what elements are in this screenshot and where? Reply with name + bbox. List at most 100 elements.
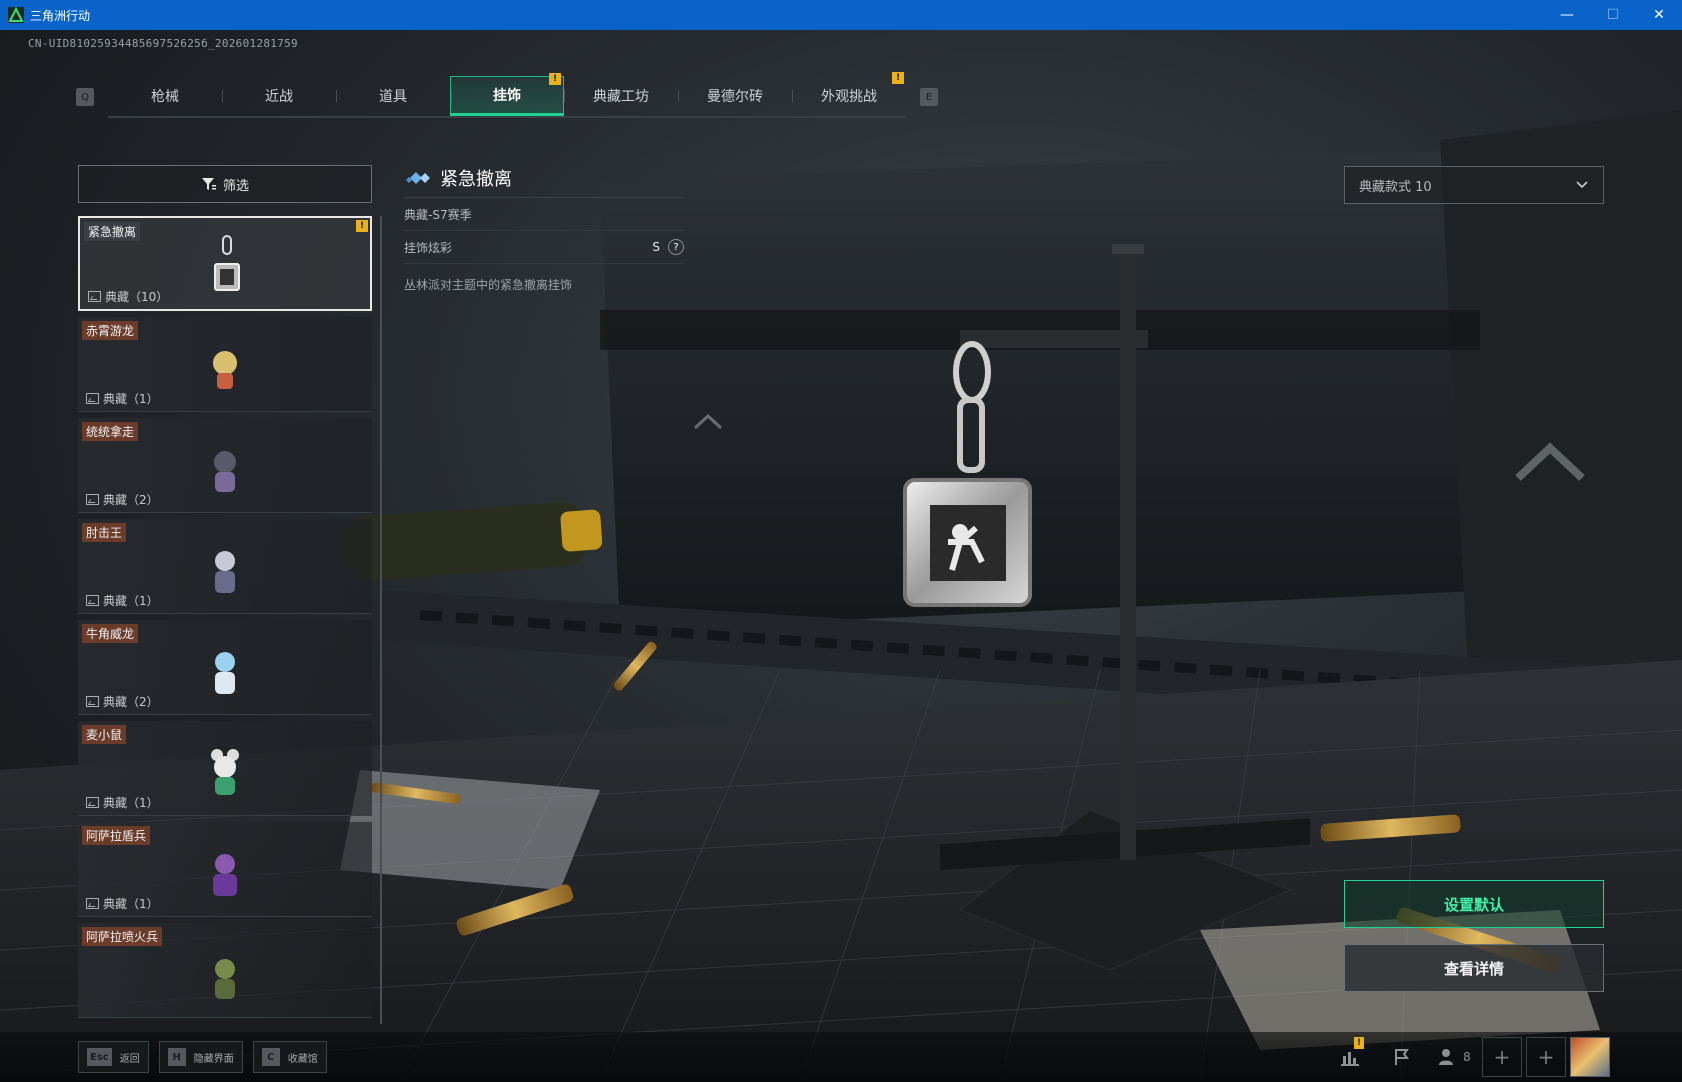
friends-button[interactable]: 8 <box>1430 1037 1478 1077</box>
tab-label: 枪械 <box>151 89 179 105</box>
item-count-text: 典藏（1） <box>103 392 159 406</box>
collection-icon <box>86 797 99 808</box>
charm-thumbnail <box>214 451 236 492</box>
charm-list[interactable]: 紧急撤离 ! 典藏（10） 赤霄游龙 典藏（1） 统统拿走 典藏（2） 肘击王 <box>78 216 372 1024</box>
tab-mandel-brick[interactable]: 曼德尔砖 <box>678 76 792 116</box>
item-name: 赤霄游龙 <box>82 321 139 340</box>
filter-icon <box>201 178 216 190</box>
list-item[interactable]: 统统拿走 典藏（2） <box>78 418 372 513</box>
detail-season: 典藏-S7赛季 <box>404 198 684 231</box>
view-detail-button[interactable]: 查看详情 <box>1344 944 1604 992</box>
close-button[interactable]: ✕ <box>1636 0 1682 30</box>
item-count-text: 典藏（2） <box>103 493 159 507</box>
collection-icon <box>86 696 99 707</box>
list-item[interactable]: 赤霄游龙 典藏（1） <box>78 317 372 412</box>
collection-icon <box>86 494 99 505</box>
item-count-text: 典藏（2） <box>103 695 159 709</box>
item-name: 统统拿走 <box>82 422 139 441</box>
window-titlebar[interactable]: 三角洲行动 — ☐ ✕ <box>0 0 1682 30</box>
tab-melee[interactable]: 近战 <box>222 76 336 116</box>
player-uid: CN-UID8102593448569752625б_202601281759 <box>28 37 298 50</box>
filter-label: 筛选 <box>222 178 249 194</box>
charm-thumbnail <box>211 749 239 795</box>
maximize-button[interactable]: ☐ <box>1590 0 1636 30</box>
back-hint[interactable]: Esc 返回 <box>78 1041 149 1073</box>
tab-collection-workshop[interactable]: 典藏工坊 <box>564 76 678 116</box>
bottom-right-icons: ! 8 + + <box>1326 1037 1610 1077</box>
tab-items[interactable]: 道具 <box>336 76 450 116</box>
list-item[interactable]: 紧急撤离 ! 典藏（10） <box>78 216 372 311</box>
list-item[interactable]: 阿萨拉喷火兵 <box>78 923 372 1018</box>
detail-description: 丛林派对主题中的紧急撤离挂饰 <box>404 278 573 292</box>
hint-label: 收藏馆 <box>287 1053 318 1065</box>
flag-button[interactable] <box>1378 1037 1426 1077</box>
tab-label: 典藏工坊 <box>593 89 649 105</box>
item-count: 典藏（1） <box>86 895 159 912</box>
tab-label: 曼德尔砖 <box>707 89 763 105</box>
charm-thumbnail <box>215 551 235 593</box>
item-name: 牛角威龙 <box>82 624 139 643</box>
tab-firearms[interactable]: 枪械 <box>108 76 222 116</box>
tab-charms[interactable]: 挂饰! <box>450 73 564 116</box>
item-count: 典藏（10） <box>88 288 168 305</box>
style-select[interactable]: 典藏款式 10 <box>1344 166 1604 204</box>
list-item[interactable]: 阿萨拉盾兵 典藏（1） <box>78 822 372 917</box>
stats-button[interactable]: ! <box>1326 1037 1374 1077</box>
collection-hall-hint[interactable]: C 收藏馆 <box>252 1041 327 1073</box>
item-name: 麦小鼠 <box>82 725 127 744</box>
add-slot-button[interactable]: + <box>1482 1037 1522 1077</box>
hint-label: 隐藏界面 <box>193 1053 234 1065</box>
help-icon[interactable]: ? <box>668 239 684 255</box>
detail-title: 紧急撤离 <box>404 158 684 198</box>
tab-label: 挂饰 <box>493 88 521 104</box>
prev-tab-key[interactable]: Q <box>76 88 94 106</box>
list-item[interactable]: 麦小鼠 典藏（1） <box>78 721 372 816</box>
item-count: 典藏（2） <box>86 491 159 508</box>
item-count: 典藏（1） <box>86 794 159 811</box>
hide-ui-hint[interactable]: H 隐藏界面 <box>158 1041 243 1073</box>
item-count: 典藏（1） <box>86 390 159 407</box>
filter-button[interactable]: 筛选 <box>78 165 372 203</box>
charm-detail-panel: 紧急撤离 典藏-S7赛季 挂饰炫彩 S ? 丛林派对主题中的紧急撤离挂饰 <box>404 158 684 293</box>
list-item[interactable]: 牛角威龙 典藏（2） <box>78 620 372 715</box>
collection-icon <box>86 898 99 909</box>
key-c: C <box>261 1048 280 1066</box>
diamond-icon <box>406 171 430 184</box>
alert-badge: ! <box>356 220 368 232</box>
rank-text: S <box>652 240 660 254</box>
friends-icon <box>1439 1049 1454 1065</box>
chevron-down-icon <box>1576 181 1588 189</box>
next-tab-key[interactable]: E <box>920 88 938 106</box>
window-title: 三角洲行动 <box>30 8 91 23</box>
tab-appearance-challenge[interactable]: 外观挑战! <box>792 72 906 116</box>
collection-icon <box>86 393 99 404</box>
charm-thumbnail <box>215 959 235 999</box>
key-esc: Esc <box>87 1048 112 1066</box>
charm-thumbnail <box>213 351 237 389</box>
list-scrollbar[interactable] <box>380 216 382 1024</box>
stats-icon <box>1341 1052 1359 1066</box>
category-tabbar: Q 枪械 近战 道具 挂饰! 典藏工坊 曼德尔砖 外观挑战! E <box>76 72 938 118</box>
flair-rank: S ? <box>652 239 684 255</box>
detail-title-text: 紧急撤离 <box>440 168 512 190</box>
collection-icon <box>88 291 101 302</box>
hint-label: 返回 <box>119 1053 140 1065</box>
charm-thumbnail <box>214 235 240 291</box>
charm-thumbnail <box>215 652 235 694</box>
season-text: 典藏-S7赛季 <box>404 207 472 222</box>
flag-icon <box>1395 1049 1409 1065</box>
list-item[interactable]: 肘击王 典藏（1） <box>78 519 372 614</box>
app-icon <box>8 7 24 23</box>
item-count-text: 典藏（10） <box>105 290 169 304</box>
item-count-text: 典藏（1） <box>103 897 159 911</box>
item-count: 典藏（1） <box>86 592 159 609</box>
item-name: 阿萨拉喷火兵 <box>82 927 163 946</box>
detail-flair: 挂饰炫彩 S ? <box>404 231 684 264</box>
key-h: H <box>167 1048 186 1066</box>
item-name: 紧急撤离 <box>84 222 141 241</box>
add-slot-button[interactable]: + <box>1526 1037 1566 1077</box>
set-default-button[interactable]: 设置默认 <box>1344 880 1604 928</box>
minimize-button[interactable]: — <box>1544 0 1590 30</box>
alert-badge: ! <box>1354 1037 1364 1049</box>
avatar[interactable] <box>1570 1037 1610 1077</box>
